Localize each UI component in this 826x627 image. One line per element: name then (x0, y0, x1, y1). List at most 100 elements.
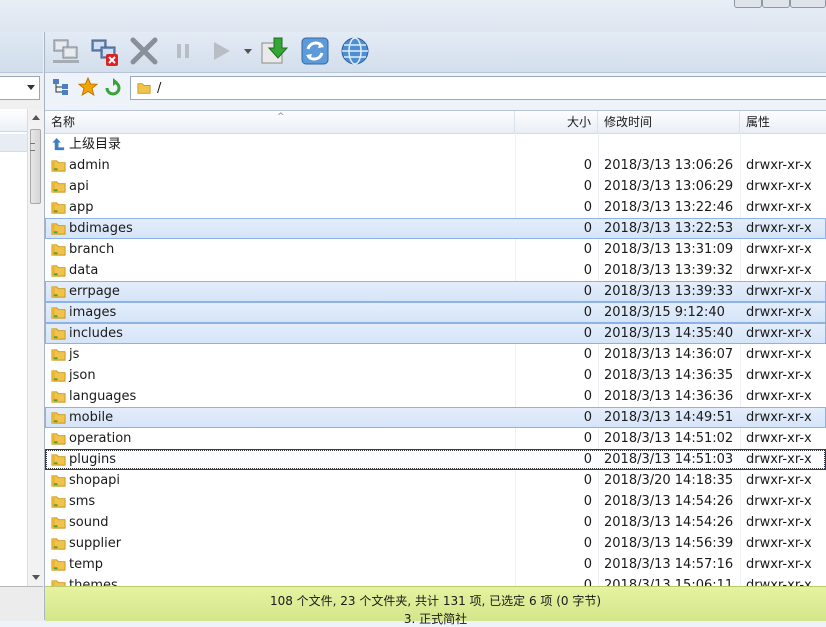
table-row[interactable]: temp 0 2018/3/13 14:57:16 drwxr-xr-x (45, 554, 826, 575)
file-mtime: 2018/3/13 14:49:51 (604, 410, 734, 425)
scroll-up-icon[interactable] (32, 115, 40, 120)
cancel-icon[interactable] (128, 35, 160, 67)
file-mtime: 2018/3/13 14:56:39 (604, 536, 734, 551)
refresh-icon[interactable] (299, 35, 331, 67)
table-row[interactable]: shopapi 0 2018/3/20 14:18:35 drwxr-xr-x (45, 470, 826, 491)
table-row[interactable]: sms 0 2018/3/13 14:54:26 drwxr-xr-x (45, 491, 826, 512)
file-rows: 上级目录 admin 0 2018/3/13 13:06:26 drwxr-xr-x a… (45, 134, 826, 587)
column-header-mtime[interactable]: 修改时间 (598, 111, 740, 133)
download-icon[interactable] (259, 35, 291, 67)
local-pane (0, 32, 45, 621)
file-size: 0 (583, 389, 592, 404)
local-file-list[interactable] (0, 132, 27, 587)
table-row[interactable]: mobile 0 2018/3/13 14:49:51 drwxr-xr-x (45, 407, 826, 428)
table-row[interactable]: admin 0 2018/3/13 13:06:26 drwxr-xr-x (45, 155, 826, 176)
table-row[interactable]: supplier 0 2018/3/13 14:56:39 drwxr-xr-x (45, 533, 826, 554)
file-attr: drwxr-xr-x (746, 452, 812, 467)
tree-icon[interactable] (51, 77, 71, 97)
file-size: 0 (583, 494, 592, 509)
file-attr: drwxr-xr-x (746, 179, 812, 194)
file-mtime: 2018/3/13 14:54:26 (604, 515, 734, 530)
local-scrollbar[interactable] (27, 109, 44, 586)
file-name: app (69, 200, 94, 215)
table-row[interactable]: sound 0 2018/3/13 14:54:26 drwxr-xr-x (45, 512, 826, 533)
disconnect-icon[interactable] (88, 35, 120, 67)
file-name: json (69, 368, 96, 383)
folder-icon (51, 265, 66, 277)
connect-icon[interactable] (50, 35, 82, 67)
scroll-thumb[interactable] (30, 129, 41, 204)
local-toolbar (0, 32, 43, 73)
file-name: branch (69, 242, 115, 257)
table-row[interactable]: bdimages 0 2018/3/13 13:22:53 drwxr-xr-x (45, 218, 826, 239)
file-attr: drwxr-xr-x (746, 347, 812, 362)
chevron-down-icon[interactable] (243, 35, 253, 67)
local-list-header[interactable] (0, 109, 27, 132)
file-attr: drwxr-xr-x (746, 263, 812, 278)
parent-dir-label: 上级目录 (69, 137, 122, 152)
file-name-cell: json (51, 365, 96, 386)
table-row[interactable]: api 0 2018/3/13 13:06:29 drwxr-xr-x (45, 176, 826, 197)
status-summary: 108 个文件, 23 个文件夹, 共计 131 项, 已选定 6 项 (0 字… (269, 594, 602, 608)
favorites-icon[interactable] (78, 77, 98, 97)
chevron-down-icon[interactable] (27, 85, 35, 90)
parent-dir-row[interactable]: 上级目录 (45, 134, 826, 155)
play-icon[interactable] (205, 35, 237, 67)
column-header-attr[interactable]: 属性 (740, 111, 826, 133)
local-selected-row[interactable] (0, 134, 27, 152)
table-row[interactable]: branch 0 2018/3/13 13:31:09 drwxr-xr-x (45, 239, 826, 260)
file-attr: drwxr-xr-x (746, 200, 812, 215)
file-name-cell: temp (51, 554, 103, 575)
file-mtime: 2018/3/13 13:22:53 (604, 221, 734, 236)
table-row[interactable]: languages 0 2018/3/13 14:36:36 drwxr-xr-x (45, 386, 826, 407)
remote-file-list[interactable]: 名称 大小 修改时间 属性 ^ 上级目录 admin 0 2018/3/13 13:… (45, 110, 826, 587)
file-size: 0 (583, 326, 592, 341)
file-attr: drwxr-xr-x (746, 368, 812, 383)
go-up-icon[interactable] (103, 77, 123, 97)
scroll-down-icon[interactable] (32, 575, 40, 580)
file-attr: drwxr-xr-x (746, 242, 812, 257)
file-mtime: 2018/3/13 14:57:16 (604, 557, 734, 572)
file-size: 0 (583, 242, 592, 257)
table-row[interactable]: js 0 2018/3/13 14:36:07 drwxr-xr-x (45, 344, 826, 365)
file-name-cell: shopapi (51, 470, 120, 491)
list-header: 名称 大小 修改时间 属性 ^ (45, 111, 826, 134)
file-attr: drwxr-xr-x (746, 158, 812, 173)
file-name: temp (69, 557, 104, 572)
table-row[interactable]: data 0 2018/3/13 13:39:32 drwxr-xr-x (45, 260, 826, 281)
file-attr: drwxr-xr-x (746, 557, 812, 572)
file-name: bdimages (69, 221, 133, 236)
file-name: data (69, 263, 99, 278)
file-name-cell: sms (51, 491, 95, 512)
table-row[interactable]: includes 0 2018/3/13 14:35:40 drwxr-xr-x (45, 323, 826, 344)
file-name: images (69, 305, 117, 320)
globe-icon[interactable] (339, 35, 371, 67)
table-row[interactable]: images 0 2018/3/15 9:12:40 drwxr-xr-x (45, 302, 826, 323)
close-button[interactable] (790, 0, 826, 8)
file-attr: drwxr-xr-x (746, 389, 812, 404)
file-name-cell: bdimages (51, 218, 133, 239)
file-name: errpage (69, 284, 120, 299)
local-path-dropdown[interactable] (0, 76, 40, 100)
local-statusbar (0, 586, 43, 621)
pause-icon[interactable] (167, 35, 199, 67)
table-row[interactable]: errpage 0 2018/3/13 13:39:33 drwxr-xr-x (45, 281, 826, 302)
file-size: 0 (583, 410, 592, 425)
path-input[interactable]: / (130, 76, 826, 100)
remote-toolbar (45, 32, 826, 73)
file-name: plugins (69, 452, 116, 467)
file-name: includes (69, 326, 123, 341)
maximize-button[interactable] (762, 0, 790, 8)
file-name-cell: includes (51, 323, 123, 344)
file-attr: drwxr-xr-x (746, 410, 812, 425)
file-mtime: 2018/3/13 13:06:29 (604, 179, 734, 194)
file-attr: drwxr-xr-x (746, 473, 812, 488)
column-header-size[interactable]: 大小 (515, 111, 598, 133)
table-row[interactable]: plugins 0 2018/3/13 14:51:03 drwxr-xr-x (45, 449, 826, 470)
table-row[interactable]: app 0 2018/3/13 13:22:46 drwxr-xr-x (45, 197, 826, 218)
folder-icon (51, 475, 66, 487)
minimize-button[interactable] (734, 0, 762, 8)
folder-icon (51, 433, 66, 445)
table-row[interactable]: operation 0 2018/3/13 14:51:02 drwxr-xr-x (45, 428, 826, 449)
table-row[interactable]: json 0 2018/3/13 14:36:35 drwxr-xr-x (45, 365, 826, 386)
